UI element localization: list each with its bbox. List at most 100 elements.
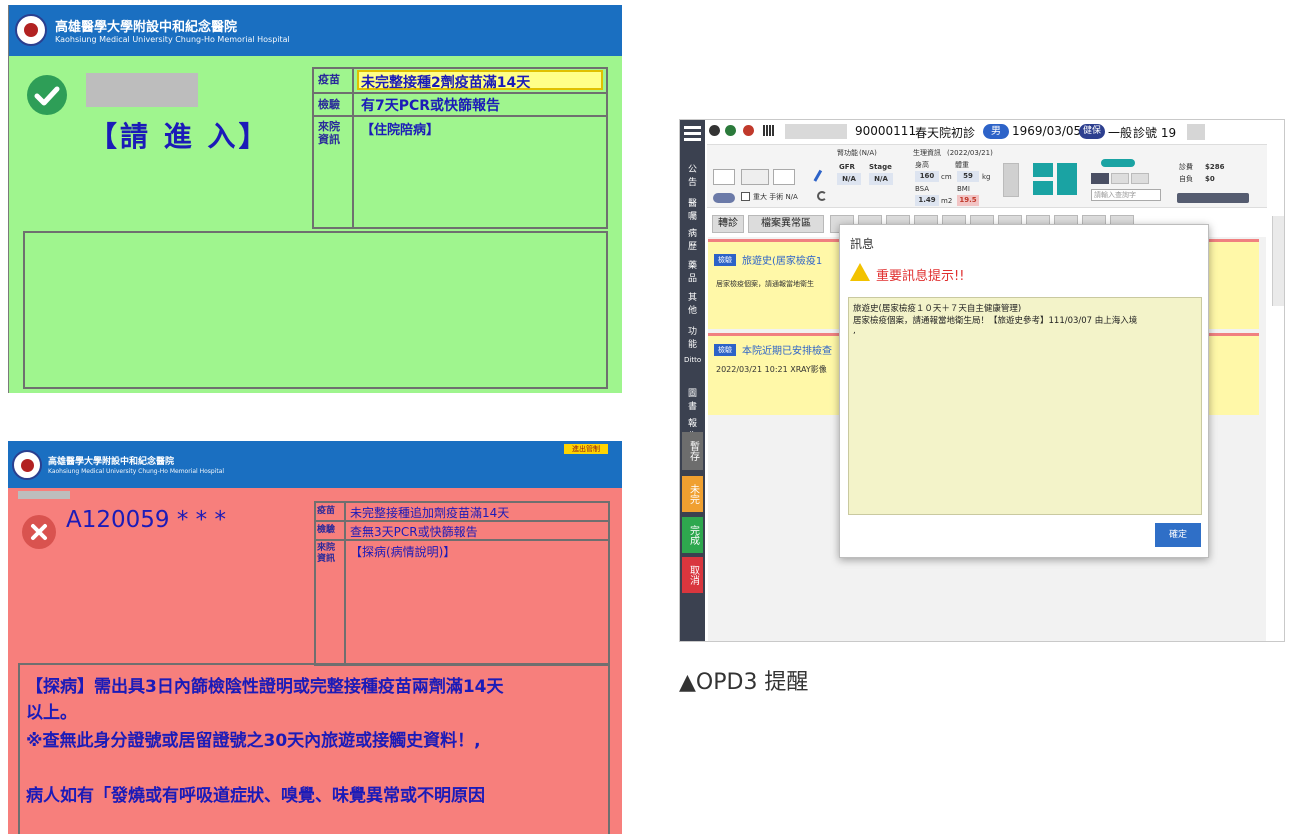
- vital-label: 生理資訊: [913, 149, 941, 157]
- cancel-button[interactable]: 取消: [682, 557, 703, 593]
- category: 一般: [1108, 126, 1133, 140]
- entry-denied-panel: 高雄醫學大學附設中和紀念醫院 Kaohsiung Medical Univers…: [8, 441, 622, 834]
- right-side-strip[interactable]: [1272, 216, 1284, 306]
- warning-icon: [850, 263, 870, 281]
- category-badge: 健保: [1079, 124, 1105, 139]
- redacted-name: [86, 73, 198, 107]
- opd-sidebar: 公告 醫囑 病歷 藥品 其他 功能 Ditto 圖書 報告 暫存 未完 完成 取…: [680, 120, 705, 641]
- select-box-b[interactable]: [741, 169, 769, 185]
- card-badge: [713, 193, 735, 203]
- toolbar-icon-c[interactable]: [743, 125, 754, 136]
- search-input[interactable]: 請輸入查詢字: [1091, 189, 1161, 201]
- complete-button[interactable]: 完成: [682, 517, 703, 553]
- search-tab-3[interactable]: [1131, 173, 1149, 184]
- sidebar-item-library[interactable]: 圖書: [684, 386, 701, 412]
- search-tab-1[interactable]: [1091, 173, 1109, 184]
- fee-detail-button[interactable]: [1177, 193, 1249, 203]
- qr-icon[interactable]: [763, 125, 774, 136]
- sidebar-item-other[interactable]: 其他: [684, 290, 701, 316]
- sidebar-item-orders[interactable]: 醫囑: [684, 196, 701, 222]
- sidebar-item-reports[interactable]: 報告: [684, 416, 701, 442]
- message-line-5: 病人如有「發燒或有呼吸道症狀、嗅覺、味覺異常或不明原因: [26, 786, 485, 806]
- dialog-title: 訊息: [850, 237, 875, 251]
- kidney-value: (N/A): [859, 149, 877, 157]
- redacted-strip: [18, 491, 70, 499]
- search-tab-2[interactable]: [1111, 173, 1129, 184]
- notice-tag: 檢驗: [714, 344, 736, 356]
- tab-abnormal[interactable]: 檔案異常區: [748, 215, 824, 233]
- teal-button-2[interactable]: [1033, 181, 1053, 195]
- input-box-c[interactable]: [773, 169, 795, 185]
- major-check[interactable]: [741, 192, 750, 201]
- message-line-1: 【探病】需出具3日內篩檢陰性證明或完整接種疫苗兩劑滿14天: [26, 677, 504, 697]
- hospital-english-name: Kaohsiung Medical University Chung-Ho Me…: [48, 468, 225, 475]
- stage-label: Stage: [869, 163, 892, 171]
- sidebar-item-ditto[interactable]: Ditto: [684, 356, 701, 370]
- height-label: 身高: [915, 161, 929, 169]
- message-dialog: 訊息 重要訊息提示!! 旅遊史(居家檢疫１０天＋７天自主健康管理) 居家檢疫個案…: [839, 224, 1209, 558]
- sidebar-item-drugs[interactable]: 藥品: [684, 258, 701, 284]
- hospital-name: 高雄醫學大學附設中和紀念醫院: [48, 457, 175, 467]
- weight-unit: kg: [982, 173, 991, 181]
- x-circle-icon: [22, 515, 56, 549]
- caption: ▲OPD3 提醒: [679, 670, 809, 695]
- bmi-label: BMI: [957, 185, 970, 193]
- incomplete-button[interactable]: 未完: [682, 476, 703, 512]
- notice-tag: 檢驗: [714, 254, 736, 266]
- message-line-1: 旅遊史(居家檢疫１０天＋７天自主健康管理): [853, 304, 1022, 314]
- access-control-badge: 進出管制: [564, 444, 608, 454]
- chart-number: 90000111: [855, 124, 917, 138]
- message-line-2: 以上。: [26, 703, 77, 723]
- vaccine-value: 未完整接種追加劑疫苗滿14天: [350, 506, 510, 520]
- hospital-name: 高雄醫學大學附設中和紀念醫院: [55, 20, 238, 35]
- bsa-value: 1.49: [915, 195, 939, 206]
- hospital-header: 高雄醫學大學附設中和紀念醫院 Kaohsiung Medical Univers…: [9, 5, 622, 56]
- hospital-logo: [12, 450, 42, 480]
- hamburger-menu-icon[interactable]: [684, 126, 701, 142]
- save-draft-button[interactable]: 暫存: [682, 432, 703, 470]
- clinic-number: 診號 19: [1133, 126, 1177, 140]
- notice-title: 旅遊史(居家檢疫1: [742, 256, 823, 267]
- gfr-value: N/A: [837, 173, 861, 185]
- bmi-value: 19.5: [957, 195, 979, 206]
- sidebar-item-records[interactable]: 病歷: [684, 226, 701, 252]
- message-box: 旅遊史(居家檢疫１０天＋７天自主健康管理) 居家檢疫個案，請通報當地衛生局！【旅…: [848, 297, 1202, 515]
- toolbar-icon-a[interactable]: [709, 125, 720, 136]
- message-line-3: ※查無此身分證號或居留證號之30天內旅遊或接觸史資料！,: [26, 731, 481, 751]
- teal-pill: [1101, 159, 1135, 167]
- header-extra-button[interactable]: [1187, 124, 1205, 140]
- height-unit: cm: [941, 173, 952, 181]
- patient-id: A120059 * * *: [66, 507, 226, 533]
- bsa-label: BSA: [915, 185, 930, 193]
- input-box-a[interactable]: [713, 169, 735, 185]
- pencil-icon[interactable]: [813, 169, 827, 185]
- hospital-logo: [15, 14, 47, 46]
- opd3-window: 公告 醫囑 病歷 藥品 其他 功能 Ditto 圖書 報告 暫存 未完 完成 取…: [679, 119, 1285, 642]
- tab-referral[interactable]: 轉診: [712, 215, 744, 233]
- teal-button-3[interactable]: [1057, 163, 1077, 195]
- test-label: 檢驗: [317, 525, 336, 535]
- teal-button-1[interactable]: [1033, 163, 1053, 177]
- bsa-unit: m2: [941, 197, 953, 205]
- toolbar-icon-b[interactable]: [725, 125, 736, 136]
- fee-label: 診費: [1179, 163, 1193, 171]
- visit-info-label: 來院資訊: [318, 120, 340, 146]
- notice-text: 居家檢疫個案，請通報當地衛生: [716, 280, 814, 288]
- allergy-box: [1003, 163, 1019, 197]
- birth-date: 1969/03/05: [1012, 124, 1082, 138]
- sidebar-item-announce[interactable]: 公告: [684, 162, 701, 188]
- vital-date: (2022/03/21): [947, 149, 993, 157]
- major-check-label: 重大 手術 N/A: [753, 193, 798, 201]
- hospital-header: 高雄醫學大學附設中和紀念醫院 Kaohsiung Medical Univers…: [8, 441, 622, 488]
- confirm-button[interactable]: 確定: [1155, 523, 1201, 547]
- hospital-english-name: Kaohsiung Medical University Chung-Ho Me…: [55, 35, 290, 44]
- vaccine-label: 疫苗: [318, 73, 340, 86]
- sidebar-item-functions[interactable]: 功能: [684, 324, 701, 350]
- entry-allowed-panel: 高雄醫學大學附設中和紀念醫院 Kaohsiung Medical Univers…: [8, 5, 622, 393]
- dialog-warning: 重要訊息提示!!: [876, 269, 965, 284]
- refresh-icon[interactable]: [817, 191, 827, 201]
- message-line-3: ,: [853, 326, 856, 336]
- info-strip: 重大 手術 N/A 腎功能 (N/A) GFR Stage N/A N/A 生理…: [707, 144, 1267, 208]
- fee-value: $286: [1205, 163, 1225, 171]
- sex-badge: 男: [983, 124, 1009, 139]
